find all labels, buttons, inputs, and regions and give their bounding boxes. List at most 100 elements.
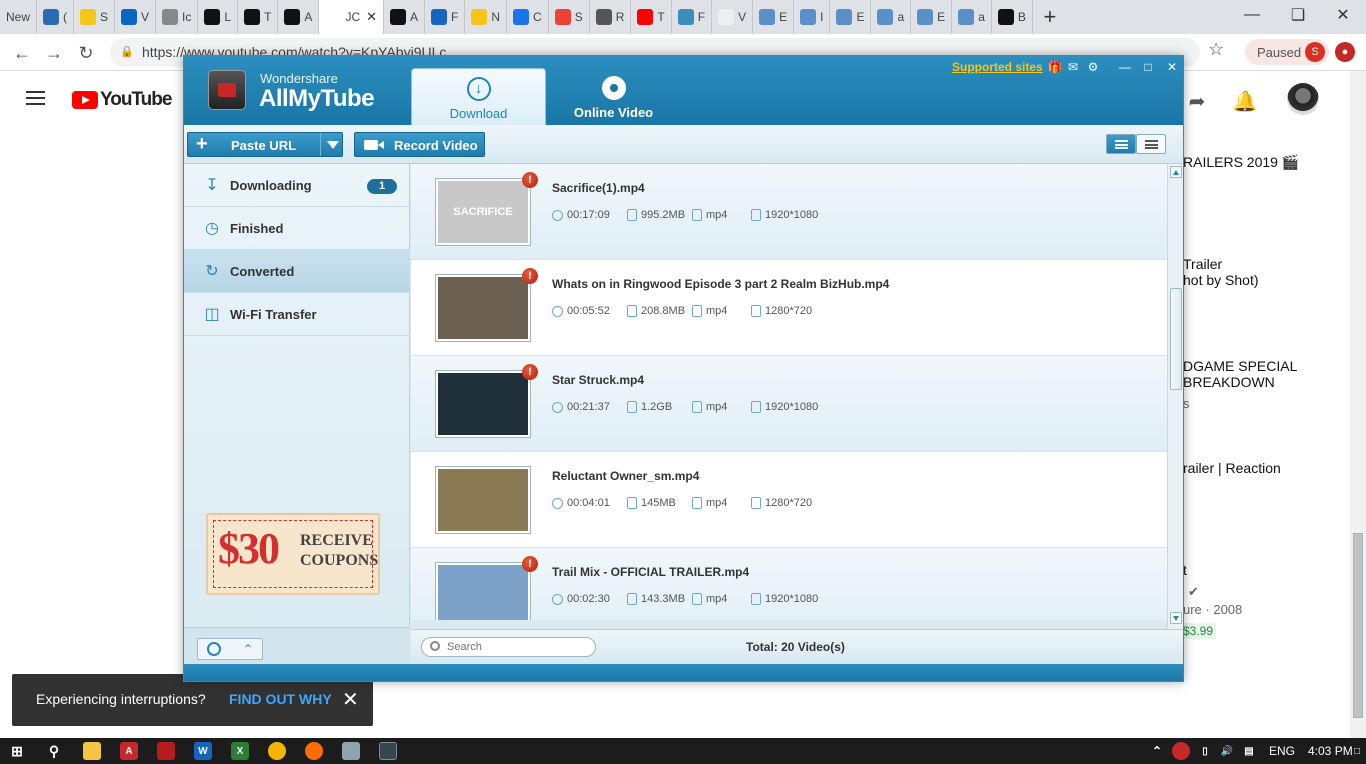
browser-tab[interactable]: A bbox=[384, 0, 426, 34]
chevron-up-icon[interactable]: ⌃ bbox=[1148, 742, 1166, 760]
browser-tab[interactable]: a bbox=[871, 0, 912, 34]
browser-tab[interactable]: F bbox=[425, 0, 466, 34]
sidebar-snippet[interactable]: hot by Shot) bbox=[1183, 272, 1259, 288]
browser-tab[interactable]: S bbox=[74, 0, 116, 34]
excel-icon[interactable]: X bbox=[231, 742, 249, 760]
browser-tab[interactable]: S bbox=[549, 0, 590, 34]
browser-tab[interactable]: L bbox=[198, 0, 239, 34]
new-tab-button[interactable]: + bbox=[1033, 0, 1067, 34]
chevron-down-icon[interactable] bbox=[320, 133, 343, 156]
video-thumbnail[interactable] bbox=[435, 370, 531, 438]
sidebar-item-converted[interactable]: ↻ Converted bbox=[184, 250, 410, 293]
warning-icon[interactable]: ! bbox=[522, 556, 538, 572]
video-thumbnail[interactable] bbox=[435, 466, 531, 534]
notifications-icon[interactable]: □ bbox=[1348, 742, 1366, 760]
sidebar-item-finished[interactable]: ◷ Finished bbox=[184, 207, 410, 250]
close-window-button[interactable]: ✕ bbox=[1320, 0, 1366, 30]
browser-tab[interactable]: New bbox=[0, 0, 38, 34]
chat-icon[interactable]: ✉ bbox=[1064, 58, 1082, 76]
scroll-thumb[interactable] bbox=[1170, 288, 1182, 390]
browser-tab[interactable]: C bbox=[507, 0, 549, 34]
list-view-button[interactable] bbox=[1136, 134, 1166, 154]
sidebar-snippet[interactable]: RAILERS 2019 🎬 bbox=[1183, 154, 1299, 170]
tab-online-video[interactable]: Online Video bbox=[546, 68, 681, 125]
word-icon[interactable]: W bbox=[194, 742, 212, 760]
browser-tab[interactable]: ( bbox=[37, 0, 75, 34]
chevron-up-icon[interactable]: ⌃ bbox=[243, 642, 253, 656]
browser-tab[interactable]: E bbox=[830, 0, 872, 34]
tab-download[interactable]: ↓ Download bbox=[411, 68, 546, 125]
app-maximize-icon[interactable]: □ bbox=[1139, 58, 1157, 76]
list-scrollbar[interactable] bbox=[1167, 164, 1183, 629]
gift-icon[interactable]: 🎁 bbox=[1046, 58, 1064, 76]
browser-tab[interactable]: E bbox=[911, 0, 953, 34]
detail-view-button[interactable] bbox=[1106, 134, 1136, 154]
settings-icon[interactable]: ⚙ bbox=[1084, 58, 1102, 76]
paste-url-button[interactable]: + Paste URL bbox=[187, 132, 343, 157]
share-icon[interactable]: ➦ bbox=[1186, 90, 1208, 113]
page-scrollbar-thumb[interactable] bbox=[1353, 533, 1363, 718]
video-thumbnail[interactable] bbox=[435, 274, 531, 342]
language-indicator[interactable]: ENG bbox=[1269, 744, 1295, 758]
browser-tab[interactable]: Ic bbox=[156, 0, 199, 34]
search-icon[interactable]: ⚲ bbox=[45, 742, 63, 760]
browser-tab[interactable]: T bbox=[238, 0, 279, 34]
reload-icon[interactable]: ↻ bbox=[72, 39, 100, 67]
restore-window-button[interactable]: ❏ bbox=[1275, 0, 1321, 30]
browser-tab[interactable]: JC ✕ bbox=[319, 0, 385, 34]
page-scrollbar[interactable] bbox=[1350, 71, 1366, 738]
minimize-window-button[interactable]: — bbox=[1229, 0, 1275, 30]
sidebar-item-downloading[interactable]: ↧ Downloading 1 bbox=[184, 164, 410, 207]
network-icon[interactable]: ▤ bbox=[1240, 742, 1258, 760]
volume-icon[interactable]: 🔊 bbox=[1218, 742, 1236, 760]
firefox-icon[interactable] bbox=[305, 742, 323, 760]
menu-icon[interactable] bbox=[26, 91, 45, 105]
browser-tab[interactable]: F bbox=[672, 0, 713, 34]
scroll-up-icon[interactable] bbox=[1170, 166, 1182, 178]
sidebar-snippet[interactable]: Trailer bbox=[1183, 256, 1222, 272]
notifications-bell-icon[interactable]: 🔔 bbox=[1233, 90, 1258, 113]
sidebar-snippet[interactable]: railer | Reaction bbox=[1183, 460, 1281, 476]
browser-tab[interactable]: A bbox=[278, 0, 320, 34]
video-row[interactable]: ! Star Struck.mp4 00:21:37 1.2GB mp4 1920*108… bbox=[411, 356, 1167, 452]
app-close-icon[interactable]: ✕ bbox=[1163, 58, 1181, 76]
tray-app-icon[interactable] bbox=[1172, 742, 1190, 760]
search-input[interactable] bbox=[447, 640, 587, 654]
supported-sites-link[interactable]: Supported sites bbox=[952, 60, 1043, 74]
schedule-button[interactable]: ⌃ bbox=[197, 638, 263, 660]
browser-tab[interactable]: E bbox=[753, 0, 795, 34]
allmytube-taskbar-icon[interactable] bbox=[379, 742, 397, 760]
clock-time[interactable]: 4:03 PM bbox=[1308, 744, 1353, 758]
browser-tab[interactable]: a bbox=[952, 0, 992, 34]
browser-tab[interactable]: N bbox=[465, 0, 508, 34]
close-icon[interactable]: ✕ bbox=[342, 687, 359, 712]
acrobat-icon[interactable]: A bbox=[120, 742, 138, 760]
video-row[interactable]: ! Whats on in Ringwood Episode 3 part 2 R… bbox=[411, 260, 1167, 356]
video-row[interactable]: ! Trail Mix - OFFICIAL TRAILER.mp4 00:02:3… bbox=[411, 548, 1167, 620]
battery-icon[interactable]: ▯ bbox=[1196, 742, 1214, 760]
sidebar-snippet[interactable]: BREAKDOWN bbox=[1183, 374, 1275, 390]
search-field[interactable] bbox=[421, 637, 596, 657]
windows-start-icon[interactable]: ⊞ bbox=[8, 742, 26, 760]
browser-tab[interactable]: V bbox=[115, 0, 157, 34]
profile-paused-button[interactable]: Paused S bbox=[1245, 39, 1329, 65]
coupon-banner[interactable]: $30 RECEIVE COUPONS bbox=[206, 513, 380, 595]
sidebar-item-wifi-transfer[interactable]: ◫ Wi-Fi Transfer bbox=[184, 293, 410, 336]
browser-tab[interactable]: B bbox=[992, 0, 1033, 34]
sidebar-snippet[interactable]: DGAME SPECIAL bbox=[1183, 358, 1297, 374]
chrome-icon[interactable] bbox=[268, 742, 286, 760]
media-app-icon[interactable] bbox=[157, 742, 175, 760]
video-row[interactable]: SACRIFICE! Sacrifice(1).mp4 00:17:09 995.2M… bbox=[411, 164, 1167, 260]
settings-app-icon[interactable] bbox=[342, 742, 360, 760]
record-video-button[interactable]: Record Video bbox=[354, 132, 485, 157]
avatar[interactable] bbox=[1287, 83, 1319, 115]
browser-tab[interactable]: R bbox=[590, 0, 632, 34]
bookmark-star-icon[interactable]: ☆ bbox=[1208, 39, 1224, 60]
close-tab-icon[interactable]: ✕ bbox=[366, 9, 377, 25]
find-out-why-link[interactable]: FIND OUT WHY bbox=[229, 691, 332, 707]
back-icon[interactable]: ← bbox=[8, 39, 36, 67]
warning-icon[interactable]: ! bbox=[522, 268, 538, 284]
file-explorer-icon[interactable] bbox=[83, 742, 101, 760]
warning-icon[interactable]: ! bbox=[522, 364, 538, 380]
scroll-down-icon[interactable] bbox=[1170, 612, 1182, 624]
